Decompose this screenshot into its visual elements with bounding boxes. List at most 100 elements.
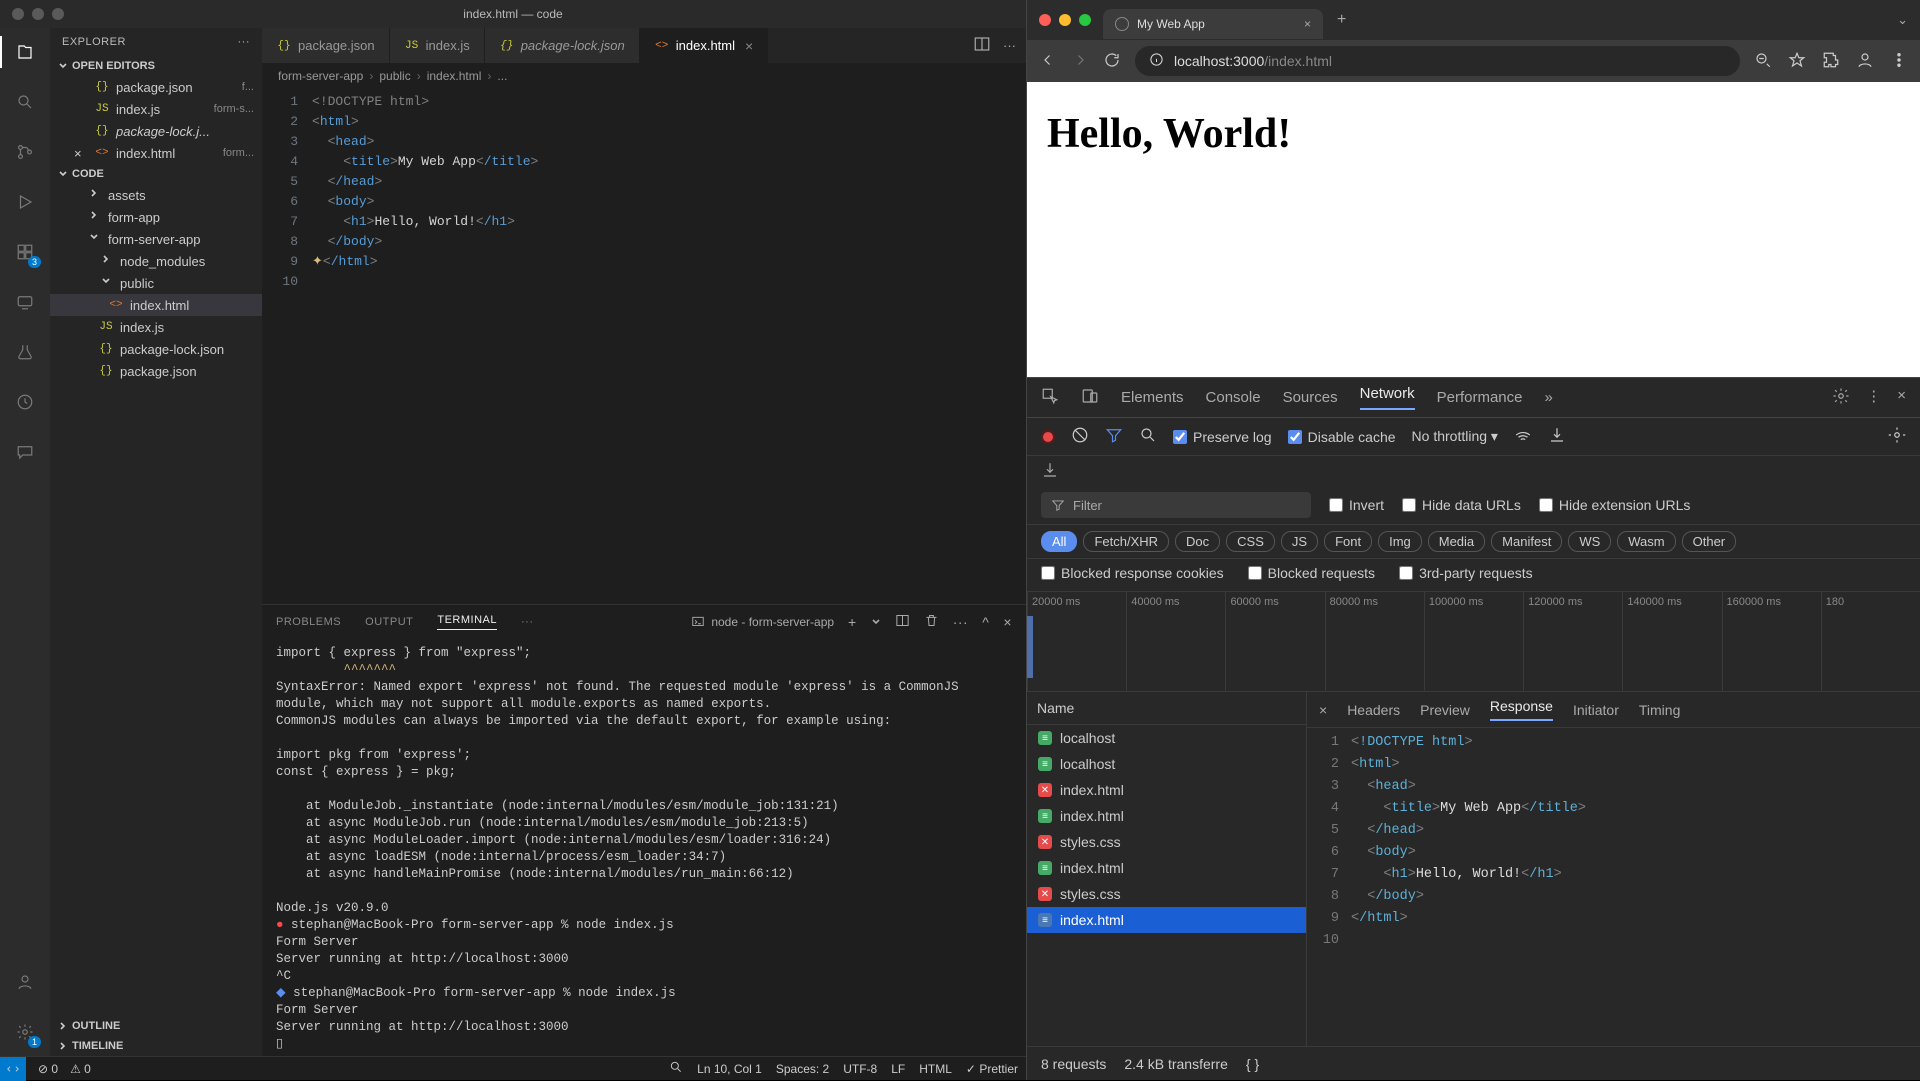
- more-icon[interactable]: ⋮: [1866, 387, 1881, 409]
- gear-icon[interactable]: [1888, 426, 1906, 447]
- minimize-icon[interactable]: [32, 8, 44, 20]
- outline-section[interactable]: OUTLINE: [50, 1016, 262, 1036]
- source-control-icon[interactable]: [11, 138, 39, 166]
- editor-tab[interactable]: <>index.html×: [640, 28, 768, 63]
- tab-console[interactable]: Console: [1206, 389, 1261, 406]
- maximize-panel-icon[interactable]: ^: [982, 614, 989, 630]
- timeline-section[interactable]: TIMELINE: [50, 1036, 262, 1056]
- close-tab-icon[interactable]: ×: [1304, 17, 1311, 31]
- open-editor-item[interactable]: {}package-lock.j...: [50, 120, 262, 142]
- inspect-icon[interactable]: [1041, 387, 1059, 409]
- more-icon[interactable]: ···: [1003, 38, 1016, 53]
- errors-count[interactable]: ⊘ 0: [38, 1062, 58, 1076]
- project-section[interactable]: CODE: [50, 164, 262, 184]
- record-icon[interactable]: [1041, 430, 1055, 444]
- tab-preview[interactable]: Preview: [1420, 702, 1470, 718]
- hide-extension-urls-checkbox[interactable]: Hide extension URLs: [1539, 497, 1691, 513]
- filter-pill-img[interactable]: Img: [1378, 531, 1422, 552]
- filter-pill-media[interactable]: Media: [1428, 531, 1485, 552]
- tab-response[interactable]: Response: [1490, 698, 1553, 721]
- download-icon[interactable]: [1041, 461, 1059, 482]
- testing-icon[interactable]: [11, 338, 39, 366]
- browser-tab[interactable]: My Web App ×: [1103, 9, 1323, 39]
- indentation[interactable]: Spaces: 2: [776, 1062, 829, 1076]
- prettier[interactable]: ✓ Prettier: [966, 1062, 1018, 1076]
- explorer-icon[interactable]: [11, 38, 39, 66]
- format-icon[interactable]: { }: [1246, 1056, 1259, 1072]
- request-row[interactable]: ≡index.html: [1027, 855, 1306, 881]
- file-item[interactable]: JSindex.js: [50, 316, 262, 338]
- terminal-selector[interactable]: node - form-server-app: [691, 615, 834, 629]
- tab-initiator[interactable]: Initiator: [1573, 702, 1619, 718]
- gear-icon[interactable]: [1832, 387, 1850, 409]
- tab-performance[interactable]: Performance: [1437, 389, 1523, 406]
- tab-terminal[interactable]: TERMINAL: [437, 614, 497, 630]
- more-tabs-icon[interactable]: »: [1545, 389, 1553, 406]
- site-info-icon[interactable]: [1149, 52, 1164, 70]
- search-icon[interactable]: [1139, 426, 1157, 447]
- remote-icon[interactable]: [11, 288, 39, 316]
- tab-output[interactable]: OUTPUT: [365, 616, 413, 628]
- run-debug-icon[interactable]: [11, 188, 39, 216]
- filter-input[interactable]: Filter: [1041, 492, 1311, 518]
- filter-pill-wasm[interactable]: Wasm: [1617, 531, 1675, 552]
- open-editors-section[interactable]: OPEN EDITORS: [50, 56, 262, 76]
- chevron-down-icon[interactable]: ⌄: [1897, 12, 1908, 27]
- editor-tab[interactable]: {}package.json: [262, 28, 390, 63]
- filter-pill-ws[interactable]: WS: [1568, 531, 1611, 552]
- network-conditions-icon[interactable]: [1514, 426, 1532, 447]
- request-row[interactable]: ≡index.html: [1027, 803, 1306, 829]
- disable-cache-checkbox[interactable]: Disable cache: [1288, 429, 1396, 445]
- remote-button[interactable]: [0, 1057, 26, 1081]
- zoom-icon[interactable]: [669, 1060, 683, 1077]
- request-row[interactable]: ✕index.html: [1027, 777, 1306, 803]
- filter-pill-css[interactable]: CSS: [1226, 531, 1275, 552]
- folder-item[interactable]: form-app: [50, 206, 262, 228]
- folder-item[interactable]: public: [50, 272, 262, 294]
- network-timeline[interactable]: 20000 ms40000 ms60000 ms80000 ms100000 m…: [1027, 592, 1920, 692]
- code-editor[interactable]: 12345678910 <!DOCTYPE html><html> <head>…: [262, 88, 1026, 604]
- blocked-cookies-checkbox[interactable]: Blocked response cookies: [1041, 565, 1224, 581]
- add-terminal-icon[interactable]: +: [848, 614, 857, 630]
- throttling-select[interactable]: No throttling ▾: [1412, 428, 1498, 445]
- split-editor-icon[interactable]: [973, 35, 991, 56]
- zoom-icon[interactable]: [1754, 51, 1772, 72]
- breadcrumb[interactable]: form-server-app›public›index.html›...: [262, 64, 1026, 88]
- request-row[interactable]: ✕styles.css: [1027, 881, 1306, 907]
- gear-icon[interactable]: 1: [11, 1018, 39, 1046]
- reload-icon[interactable]: [1103, 51, 1121, 72]
- tab-sources[interactable]: Sources: [1283, 389, 1338, 406]
- tab-problems[interactable]: PROBLEMS: [276, 616, 341, 628]
- trash-icon[interactable]: [924, 613, 939, 631]
- forward-icon[interactable]: [1071, 51, 1089, 72]
- folder-item[interactable]: assets: [50, 184, 262, 206]
- folder-item[interactable]: node_modules: [50, 250, 262, 272]
- close-panel-icon[interactable]: ×: [1003, 614, 1012, 630]
- third-party-checkbox[interactable]: 3rd-party requests: [1399, 565, 1533, 581]
- request-row[interactable]: ≡index.html: [1027, 907, 1306, 933]
- chevron-down-icon[interactable]: [871, 614, 881, 630]
- folder-item[interactable]: form-server-app: [50, 228, 262, 250]
- language-mode[interactable]: HTML: [919, 1062, 952, 1076]
- filter-pill-font[interactable]: Font: [1324, 531, 1372, 552]
- invert-checkbox[interactable]: Invert: [1329, 497, 1384, 513]
- filter-toggle-icon[interactable]: [1105, 426, 1123, 447]
- name-column-header[interactable]: Name: [1027, 692, 1306, 725]
- account-icon[interactable]: [11, 968, 39, 996]
- bookmark-icon[interactable]: [1788, 51, 1806, 72]
- split-terminal-icon[interactable]: [895, 613, 910, 631]
- tab-network[interactable]: Network: [1360, 385, 1415, 410]
- search-icon[interactable]: [11, 88, 39, 116]
- request-row[interactable]: ≡localhost: [1027, 751, 1306, 777]
- editor-tab[interactable]: {}package-lock.json: [485, 28, 640, 63]
- filter-pill-doc[interactable]: Doc: [1175, 531, 1220, 552]
- back-icon[interactable]: [1039, 51, 1057, 72]
- hide-data-urls-checkbox[interactable]: Hide data URLs: [1402, 497, 1521, 513]
- blocked-requests-checkbox[interactable]: Blocked requests: [1248, 565, 1375, 581]
- more-icon[interactable]: ···: [953, 614, 969, 630]
- extensions-icon[interactable]: 3: [11, 238, 39, 266]
- tab-timing[interactable]: Timing: [1639, 702, 1681, 718]
- close-devtools-icon[interactable]: ×: [1897, 387, 1906, 409]
- request-row[interactable]: ✕styles.css: [1027, 829, 1306, 855]
- history-icon[interactable]: [11, 388, 39, 416]
